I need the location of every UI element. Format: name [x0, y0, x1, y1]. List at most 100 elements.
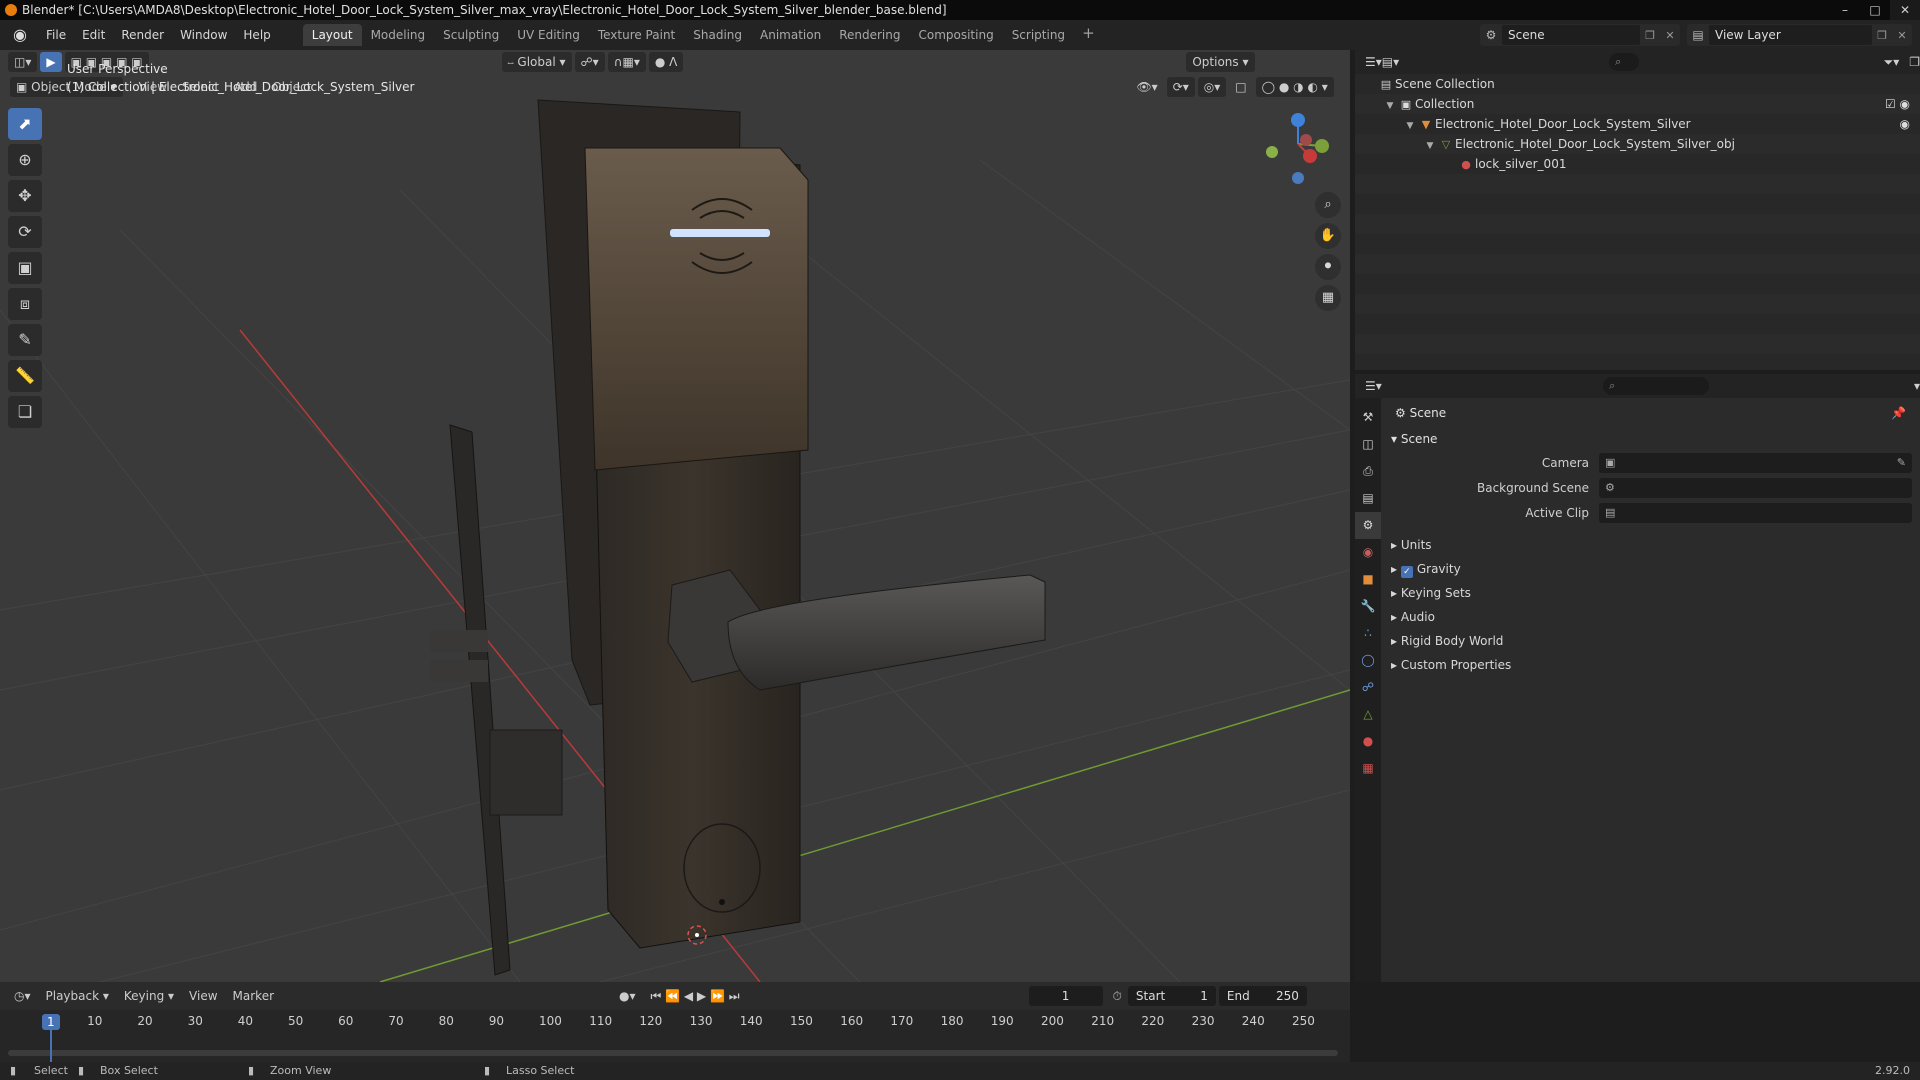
scene-name[interactable]: Scene: [1502, 25, 1640, 45]
transform-orientation-dropdown[interactable]: ⧿ Global ▾: [501, 52, 572, 72]
object-tab-icon[interactable]: ■: [1355, 566, 1381, 593]
tool-tab-icon[interactable]: ⚒: [1355, 404, 1381, 431]
exclude-checkbox-eye-icon[interactable]: ☑ ◉: [1885, 94, 1910, 114]
constraints-tab-icon[interactable]: ☍: [1355, 674, 1381, 701]
view-layer-selector[interactable]: ▤ View Layer ❐ ✕: [1687, 24, 1912, 46]
y-axis-icon[interactable]: [1315, 139, 1329, 153]
3d-viewport[interactable]: [0, 50, 1350, 982]
outliner-row[interactable]: ▼ ▼ Electronic_Hotel_Door_Lock_System_Silv…: [1355, 114, 1920, 134]
duplicate-scene-icon[interactable]: ❐: [1640, 29, 1660, 42]
timeline-scrollbar[interactable]: [8, 1050, 1338, 1056]
gizmo-toggle-icon[interactable]: ⟳▾: [1166, 77, 1195, 97]
tab-uv-editing[interactable]: UV Editing: [508, 24, 589, 46]
particles-tab-icon[interactable]: ∴: [1355, 620, 1381, 647]
hide-eye-icon[interactable]: ◉: [1900, 114, 1910, 134]
zoom-icon[interactable]: ⌕: [1315, 192, 1341, 218]
options-dropdown[interactable]: Options ▾: [1186, 52, 1255, 72]
timeline-editor-type-icon[interactable]: ◷▾: [8, 986, 37, 1006]
move-tool-icon[interactable]: ✥: [8, 180, 42, 212]
blender-menu-icon[interactable]: ◉: [8, 23, 32, 47]
camera-view-icon[interactable]: ⚫: [1315, 254, 1341, 280]
outliner-search-input[interactable]: ⌕: [1609, 53, 1639, 71]
maximize-button[interactable]: □: [1860, 0, 1890, 20]
rotate-tool-icon[interactable]: ⟳: [8, 216, 42, 248]
menu-keying[interactable]: Keying ▾: [118, 986, 180, 1006]
material-tab-icon[interactable]: ●: [1355, 728, 1381, 755]
menu-file[interactable]: File: [38, 20, 74, 50]
gravity-checkbox[interactable]: ✓: [1400, 566, 1413, 578]
xray-toggle-icon[interactable]: □: [1229, 77, 1252, 97]
x-axis-icon[interactable]: [1303, 149, 1317, 163]
new-collection-icon[interactable]: ❐: [1909, 55, 1920, 69]
outliner-row[interactable]: ▼ ▣ Collection ☑ ◉: [1355, 94, 1920, 114]
menu-window[interactable]: Window: [172, 20, 235, 50]
proportional-editing-icon[interactable]: ● Λ: [648, 52, 684, 72]
data-tab-icon[interactable]: △: [1355, 701, 1381, 728]
timeline-ruler[interactable]: 1 10 20 30 40 50 60 70 80 90 100 110 120 130 140 150 160…: [0, 1010, 1350, 1062]
menu-edit[interactable]: Edit: [74, 20, 113, 50]
menu-help[interactable]: Help: [235, 20, 278, 50]
z-axis-icon[interactable]: [1291, 113, 1305, 127]
measure-tool-icon[interactable]: 📏: [8, 360, 42, 392]
scene-tab-icon[interactable]: ⚙: [1355, 512, 1381, 539]
disclosure-triangle-icon[interactable]: ▼: [1383, 96, 1397, 116]
transform-tool-icon[interactable]: ⧈: [8, 288, 42, 320]
units-panel[interactable]: ▸ Units: [1381, 533, 1920, 557]
active-clip-input[interactable]: ▤: [1599, 502, 1912, 523]
custom-properties-panel[interactable]: ▸ Custom Properties: [1381, 653, 1920, 677]
menu-marker[interactable]: Marker: [227, 986, 280, 1006]
render-tab-icon[interactable]: ◫: [1355, 431, 1381, 458]
world-tab-icon[interactable]: ◉: [1355, 539, 1381, 566]
perspective-grid-icon[interactable]: ▦: [1315, 285, 1341, 311]
tab-scripting[interactable]: Scripting: [1003, 24, 1074, 46]
tab-shading[interactable]: Shading: [684, 24, 751, 46]
background-scene-input[interactable]: ⚙: [1599, 477, 1912, 498]
menu-timeline-view[interactable]: View: [183, 986, 223, 1006]
neg-x-axis-icon[interactable]: [1300, 134, 1312, 146]
gravity-panel[interactable]: ▸ ✓ Gravity: [1381, 557, 1920, 581]
add-cube-tool-icon[interactable]: ❏: [8, 396, 42, 428]
properties-search-input[interactable]: ⌕: [1603, 377, 1709, 395]
keying-sets-panel[interactable]: ▸ Keying Sets: [1381, 581, 1920, 605]
current-frame-input[interactable]: 1: [1028, 986, 1103, 1006]
neg-y-axis-icon[interactable]: [1266, 146, 1278, 158]
menu-playback[interactable]: Playback ▾: [40, 986, 115, 1006]
editor-type-icon[interactable]: ◫▾: [8, 52, 38, 72]
start-frame-input[interactable]: Start 1: [1127, 986, 1216, 1006]
view-layer-name[interactable]: View Layer: [1709, 25, 1872, 45]
outliner-row[interactable]: ● lock_silver_001: [1355, 154, 1920, 174]
pin-icon[interactable]: 📌: [1891, 398, 1906, 428]
disclosure-triangle-icon[interactable]: ▼: [1423, 136, 1437, 156]
tab-compositing[interactable]: Compositing: [909, 24, 1002, 46]
remove-scene-icon[interactable]: ✕: [1660, 29, 1680, 42]
snap-icon[interactable]: ∩▦▾: [607, 52, 646, 72]
eyedropper-icon[interactable]: ✎: [1897, 453, 1906, 473]
modifier-tab-icon[interactable]: 🔧: [1355, 593, 1381, 620]
disclosure-triangle-icon[interactable]: ▼: [1403, 116, 1417, 136]
outliner-row[interactable]: ▤ Scene Collection: [1355, 74, 1920, 94]
scene-panel-header[interactable]: ▾ Scene: [1381, 428, 1920, 450]
select-tool-mode-icon[interactable]: ▶: [40, 52, 62, 72]
scale-tool-icon[interactable]: ▣: [8, 252, 42, 284]
view-layer-tab-icon[interactable]: ▤: [1355, 485, 1381, 512]
properties-editor-type-icon[interactable]: ☰▾: [1365, 379, 1388, 393]
tab-rendering[interactable]: Rendering: [830, 24, 909, 46]
tab-texture-paint[interactable]: Texture Paint: [589, 24, 684, 46]
rigid-body-world-panel[interactable]: ▸ Rigid Body World: [1381, 629, 1920, 653]
playhead-frame[interactable]: 1: [42, 1014, 60, 1030]
texture-tab-icon[interactable]: ▦: [1355, 755, 1381, 782]
annotate-tool-icon[interactable]: ✎: [8, 324, 42, 356]
menu-render[interactable]: Render: [113, 20, 172, 50]
navigation-gizmo[interactable]: [1250, 108, 1330, 188]
stopwatch-icon[interactable]: ⏱: [1113, 989, 1122, 1004]
end-frame-input[interactable]: End 250: [1218, 986, 1307, 1006]
properties-options-icon[interactable]: ▾: [1914, 379, 1920, 393]
tab-layout[interactable]: Layout: [302, 24, 362, 46]
duplicate-view-layer-icon[interactable]: ❐: [1872, 29, 1892, 42]
filter-icon[interactable]: ⏷▾: [1884, 55, 1900, 70]
output-tab-icon[interactable]: ⎙: [1355, 458, 1381, 485]
scene-selector[interactable]: ⚙ Scene ❐ ✕: [1480, 24, 1680, 46]
outliner-editor-type-icon[interactable]: ☰▾: [1365, 55, 1382, 69]
tab-sculpting[interactable]: Sculpting: [434, 24, 508, 46]
display-mode-icon[interactable]: ▤▾: [1382, 55, 1399, 69]
